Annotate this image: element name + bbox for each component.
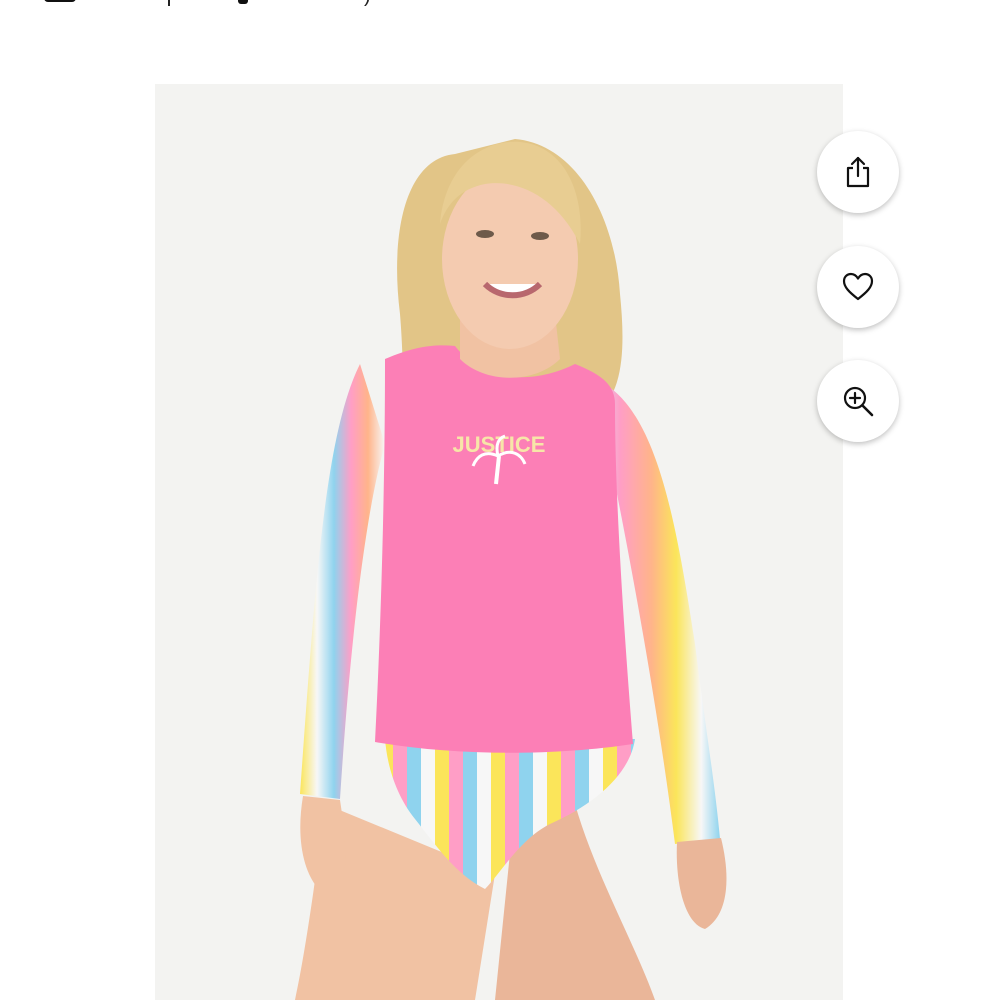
cart-icon[interactable]	[44, 0, 76, 2]
favorite-button[interactable]	[817, 246, 899, 328]
header-text-fragment: )	[364, 0, 371, 6]
header-divider	[168, 0, 170, 6]
heart-icon	[842, 272, 874, 301]
zoom-in-icon	[843, 386, 874, 417]
top-bar: )	[0, 0, 999, 8]
brand-logo-text: JUSTICE	[453, 432, 546, 457]
share-icon	[846, 156, 870, 188]
product-photo: JUSTICE	[295, 139, 727, 1000]
header-glyph	[238, 0, 248, 4]
zoom-button[interactable]	[817, 360, 899, 442]
share-button[interactable]	[817, 131, 899, 213]
product-image[interactable]: JUSTICE	[155, 84, 843, 1000]
